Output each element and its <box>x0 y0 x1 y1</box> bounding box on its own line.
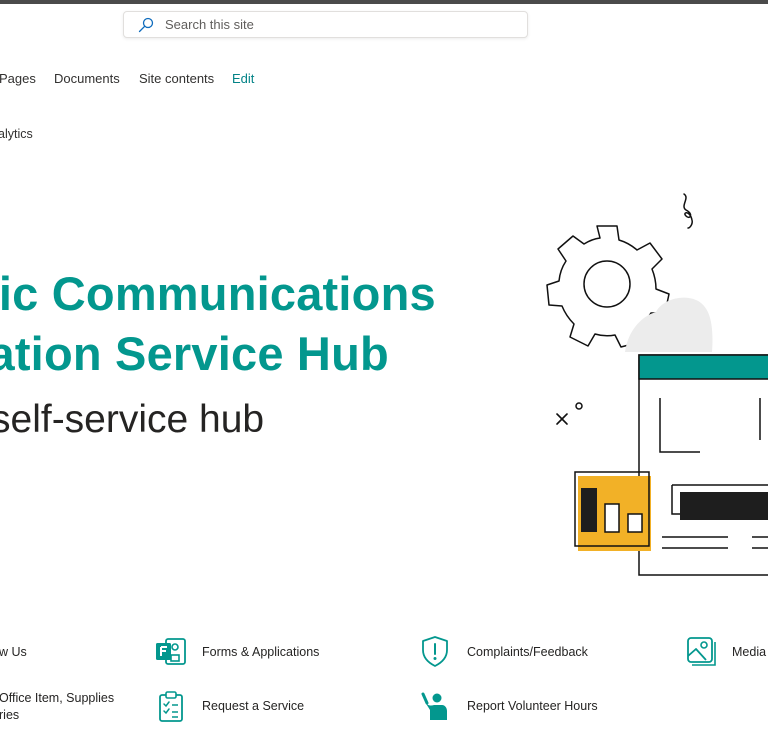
window-frame <box>638 354 768 576</box>
o-doodle <box>575 402 583 410</box>
search-input[interactable]: Search this site <box>165 12 254 37</box>
quick-link-label[interactable]: Office Item, Supplies <box>0 691 114 705</box>
subnav-item-analytics[interactable]: alytics <box>0 127 33 141</box>
nav-item-pages[interactable]: Pages <box>0 71 36 91</box>
clipboard-icon[interactable] <box>155 690 189 724</box>
quick-link-label[interactable]: Forms & Applications <box>202 645 319 659</box>
volunteer-icon[interactable] <box>418 689 452 723</box>
shield-alert-icon[interactable] <box>418 634 452 668</box>
nav-edit-link[interactable]: Edit <box>232 71 254 91</box>
top-app-bar <box>0 0 768 4</box>
x-doodle <box>556 413 568 425</box>
squiggle-doodle <box>683 193 693 229</box>
hero-illustration <box>546 193 768 576</box>
nav-item-site-contents[interactable]: Site contents <box>139 71 214 91</box>
quick-link-label[interactable]: Media <box>732 645 766 659</box>
nav-item-documents[interactable]: Documents <box>54 71 120 91</box>
hero-title-line-1: gic Communications <box>0 267 436 320</box>
hero-title-line-2: ration Service Hub <box>0 327 389 380</box>
quick-link-label[interactable]: Request a Service <box>202 699 304 713</box>
black-content-bar <box>680 492 768 520</box>
search-box[interactable]: Search this site <box>123 11 528 38</box>
quick-link-label[interactable]: Complaints/Feedback <box>467 645 588 659</box>
quick-link-label-line-2[interactable]: ries <box>0 708 19 722</box>
image-icon[interactable] <box>684 634 718 668</box>
hero-subtitle: self-service hub <box>0 398 265 441</box>
quick-link-label[interactable]: w Us <box>0 645 27 659</box>
forms-icon[interactable] <box>154 636 188 670</box>
search-icon <box>138 17 154 33</box>
window-title-bar <box>638 354 768 380</box>
quick-link-label[interactable]: Report Volunteer Hours <box>467 699 598 713</box>
